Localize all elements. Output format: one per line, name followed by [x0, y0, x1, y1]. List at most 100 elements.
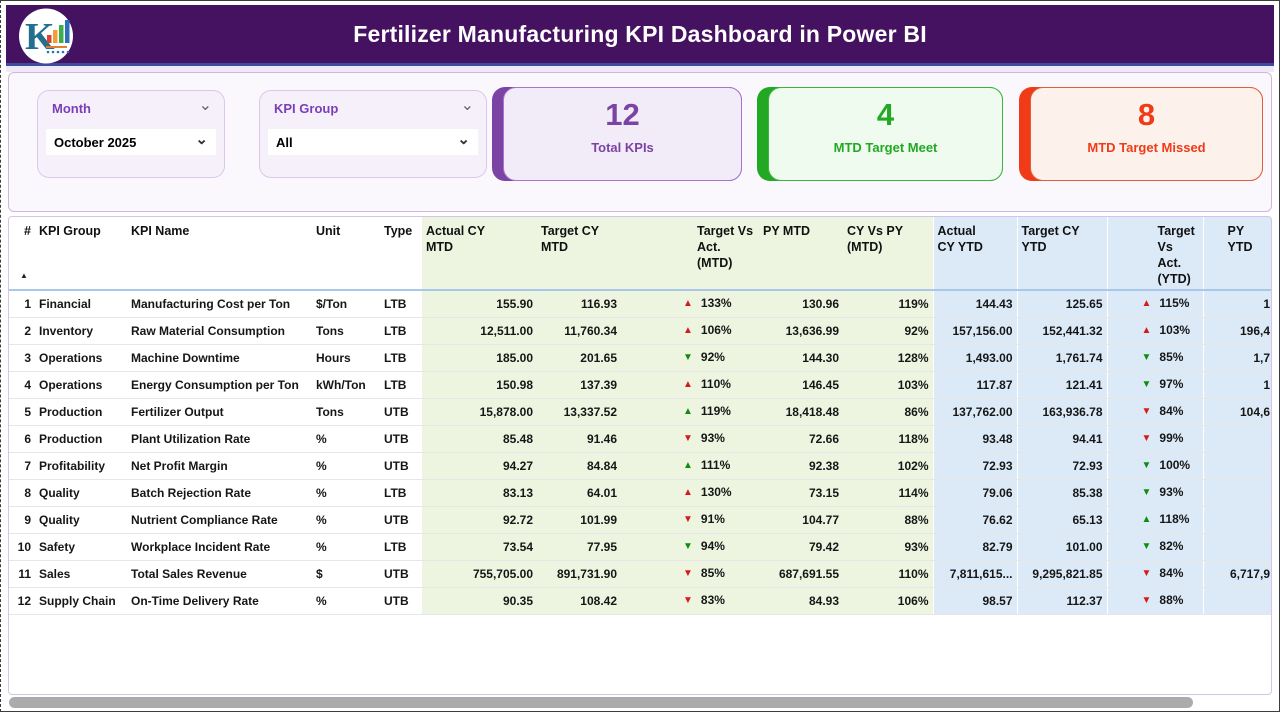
- trend-down-icon: ▼: [1142, 561, 1152, 586]
- cell-target-cy-mtd: 11,760.34: [537, 318, 621, 345]
- cell-actual-cy-ytd: 144.43: [933, 290, 1017, 318]
- cell-kpi-group: Sales: [35, 561, 127, 588]
- cell-py-mtd: 144.30: [759, 345, 843, 372]
- cell-actual-cy-ytd: 76.62: [933, 507, 1017, 534]
- cell-target-cy-mtd: 77.95: [537, 534, 621, 561]
- kpi-table-panel: #▲ KPI Group KPI Name Unit Type Actual C…: [8, 216, 1272, 695]
- cell-row-number: 12: [9, 588, 35, 615]
- horizontal-scrollbar[interactable]: [9, 697, 1193, 708]
- trend-up-icon: ▲: [683, 480, 693, 505]
- table-row: 7 Profitability Net Profit Margin % UTB …: [9, 453, 1272, 480]
- cell-cy-vs-py-mtd: 128%: [843, 345, 933, 372]
- page-title: Fertilizer Manufacturing KPI Dashboard i…: [353, 21, 927, 48]
- table-row: 11 Sales Total Sales Revenue $ UTB 755,7…: [9, 561, 1272, 588]
- cell-kpi-name: Raw Material Consumption: [127, 318, 312, 345]
- mtd-target-meet-label: MTD Target Meet: [769, 140, 1002, 155]
- col-header-kpi-group[interactable]: KPI Group: [35, 217, 127, 290]
- col-header-kpi-name[interactable]: KPI Name: [127, 217, 312, 290]
- cell-py-ytd: 1: [1203, 290, 1272, 318]
- col-header-py-ytd[interactable]: PY YTD: [1203, 217, 1272, 290]
- cell-actual-cy-mtd: 185.00: [422, 345, 537, 372]
- mtd-target-missed-value: 8: [1031, 99, 1262, 131]
- cell-cy-vs-py-mtd: 92%: [843, 318, 933, 345]
- cell-row-number: 1: [9, 290, 35, 318]
- cell-target-vs-act-ytd: ▲118%: [1107, 507, 1203, 534]
- chevron-down-icon[interactable]: ⌄: [199, 95, 212, 115]
- table-row: 4 Operations Energy Consumption per Ton …: [9, 372, 1272, 399]
- cell-type: LTB: [380, 318, 422, 345]
- cell-actual-cy-ytd: 98.57: [933, 588, 1017, 615]
- cell-type: LTB: [380, 372, 422, 399]
- col-header-actual-cy-ytd[interactable]: Actual CY YTD: [933, 217, 1017, 290]
- cell-type: UTB: [380, 399, 422, 426]
- filter-panel: Month ⌄ October 2025 ⌄ KPI Group ⌄ All ⌄…: [8, 72, 1272, 212]
- cell-target-vs-act-ytd: ▼100%: [1107, 453, 1203, 480]
- trend-down-icon: ▼: [683, 534, 693, 559]
- month-slicer-label: Month: [52, 101, 91, 116]
- col-header-target-cy-mtd[interactable]: Target CY MTD: [537, 217, 621, 290]
- col-header-actual-cy-mtd[interactable]: Actual CY MTD: [422, 217, 537, 290]
- cell-row-number: 4: [9, 372, 35, 399]
- month-select[interactable]: October 2025 ⌄: [46, 129, 216, 155]
- cell-cy-vs-py-mtd: 110%: [843, 561, 933, 588]
- cell-type: UTB: [380, 453, 422, 480]
- col-header-type[interactable]: Type: [380, 217, 422, 290]
- col-header-cy-vs-py-mtd[interactable]: CY Vs PY (MTD): [843, 217, 933, 290]
- cell-unit: %: [312, 588, 380, 615]
- cell-actual-cy-mtd: 73.54: [422, 534, 537, 561]
- cell-py-ytd: 196,4: [1203, 318, 1272, 345]
- sort-ascending-icon: ▲: [20, 268, 28, 284]
- cell-target-cy-ytd: 85.38: [1017, 480, 1107, 507]
- cell-py-ytd: 1,7: [1203, 345, 1272, 372]
- kpi-group-slicer-label: KPI Group: [274, 101, 338, 116]
- cell-py-ytd: [1203, 453, 1272, 480]
- mtd-target-meet-card: 4 MTD Target Meet: [757, 87, 1003, 181]
- trend-down-icon: ▼: [1142, 345, 1152, 370]
- cell-py-mtd: 146.45: [759, 372, 843, 399]
- cell-target-vs-act-ytd: ▼99%: [1107, 426, 1203, 453]
- col-header-unit[interactable]: Unit: [312, 217, 380, 290]
- cell-unit: $/Ton: [312, 290, 380, 318]
- cell-target-cy-ytd: 112.37: [1017, 588, 1107, 615]
- cell-kpi-group: Quality: [35, 480, 127, 507]
- cell-actual-cy-mtd: 94.27: [422, 453, 537, 480]
- col-header-target-vs-act-ytd[interactable]: Target Vs Act. (YTD): [1107, 217, 1203, 290]
- cell-target-cy-mtd: 116.93: [537, 290, 621, 318]
- cell-target-vs-act-ytd: ▼88%: [1107, 588, 1203, 615]
- cell-py-mtd: 18,418.48: [759, 399, 843, 426]
- cell-target-vs-act-mtd: ▲133%: [621, 290, 759, 318]
- cell-kpi-name: Workplace Incident Rate: [127, 534, 312, 561]
- cell-type: LTB: [380, 290, 422, 318]
- mtd-target-missed-card: 8 MTD Target Missed: [1019, 87, 1263, 181]
- cell-target-vs-act-ytd: ▲115%: [1107, 290, 1203, 318]
- table-row: 2 Inventory Raw Material Consumption Ton…: [9, 318, 1272, 345]
- kpi-group-select[interactable]: All ⌄: [268, 129, 478, 155]
- cell-kpi-group: Production: [35, 399, 127, 426]
- cell-unit: kWh/Ton: [312, 372, 380, 399]
- cell-target-vs-act-mtd: ▲130%: [621, 480, 759, 507]
- cell-row-number: 9: [9, 507, 35, 534]
- month-select-value: October 2025: [54, 135, 136, 150]
- chevron-down-icon[interactable]: ⌄: [461, 95, 474, 115]
- trend-up-icon: ▲: [683, 291, 693, 316]
- cell-target-vs-act-mtd: ▲111%: [621, 453, 759, 480]
- cell-target-cy-ytd: 94.41: [1017, 426, 1107, 453]
- cell-actual-cy-ytd: 79.06: [933, 480, 1017, 507]
- trend-up-icon: ▲: [683, 372, 693, 397]
- cell-target-vs-act-mtd: ▼92%: [621, 345, 759, 372]
- cell-unit: Hours: [312, 345, 380, 372]
- cell-actual-cy-ytd: 1,493.00: [933, 345, 1017, 372]
- cell-py-mtd: 72.66: [759, 426, 843, 453]
- cell-kpi-group: Supply Chain: [35, 588, 127, 615]
- cell-unit: %: [312, 534, 380, 561]
- cell-target-cy-mtd: 84.84: [537, 453, 621, 480]
- col-header-target-vs-act-mtd[interactable]: Target Vs Act. (MTD): [621, 217, 759, 290]
- cell-kpi-group: Production: [35, 426, 127, 453]
- col-header-target-cy-ytd[interactable]: Target CY YTD: [1017, 217, 1107, 290]
- cell-target-vs-act-ytd: ▼84%: [1107, 399, 1203, 426]
- table-row: 10 Safety Workplace Incident Rate % LTB …: [9, 534, 1272, 561]
- cell-actual-cy-ytd: 7,811,615...: [933, 561, 1017, 588]
- col-header-py-mtd[interactable]: PY MTD: [759, 217, 843, 290]
- col-header-row-number[interactable]: #▲: [9, 217, 35, 290]
- cell-target-vs-act-ytd: ▲103%: [1107, 318, 1203, 345]
